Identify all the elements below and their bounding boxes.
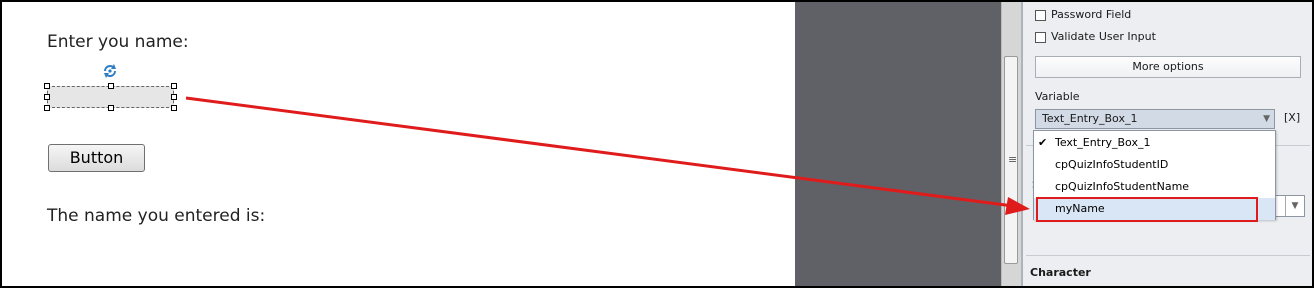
dropdown-arrow-icon: ▼: [1285, 196, 1304, 216]
clear-variable-button[interactable]: [X]: [1284, 111, 1300, 124]
character-heading: Character: [1030, 266, 1091, 279]
resize-handle-bm[interactable]: [108, 105, 114, 111]
dropdown-option[interactable]: cpQuizInfoStudentName: [1034, 176, 1275, 198]
validate-input-label: Validate User Input: [1051, 30, 1156, 43]
enter-name-label: Enter you name:: [47, 32, 189, 52]
password-field-checkbox[interactable]: [1035, 10, 1046, 21]
dropdown-arrow-icon: ▼: [1263, 114, 1270, 124]
variable-select-value: Text_Entry_Box_1: [1042, 112, 1138, 125]
password-field-label: Password Field: [1051, 8, 1132, 21]
more-options-button[interactable]: More options: [1035, 56, 1301, 78]
resize-handle-tl[interactable]: [44, 83, 50, 89]
resize-handle-mr[interactable]: [171, 94, 177, 100]
dropdown-option[interactable]: cpQuizInfoStudentID: [1034, 154, 1275, 176]
variable-label: Variable: [1035, 90, 1080, 103]
highlight-box: [1036, 197, 1258, 222]
divider: [1026, 255, 1310, 256]
resize-handle-tr[interactable]: [171, 83, 177, 89]
resize-handle-ml[interactable]: [44, 94, 50, 100]
checkmark-icon: ✔: [1038, 136, 1048, 149]
dropdown-option[interactable]: ✔ Text_Entry_Box_1: [1034, 132, 1275, 154]
vertical-scrollbar[interactable]: ≡: [1001, 2, 1021, 286]
resize-handle-bl[interactable]: [44, 105, 50, 111]
scroll-grip-icon: ≡: [1008, 153, 1018, 166]
canvas-pasteboard: [795, 2, 1001, 286]
variable-select[interactable]: Text_Entry_Box_1 ▼: [1035, 109, 1275, 129]
slide-stage: Enter you name: Button The name you ente…: [2, 2, 795, 286]
resize-handle-tm[interactable]: [108, 83, 114, 89]
slide-button[interactable]: Button: [48, 144, 145, 172]
resize-handle-br[interactable]: [171, 105, 177, 111]
validate-input-checkbox[interactable]: [1035, 32, 1046, 43]
rotate-icon[interactable]: [101, 62, 119, 80]
name-entered-label: The name you entered is:: [47, 206, 266, 226]
scrollbar-thumb[interactable]: ≡: [1004, 56, 1018, 264]
